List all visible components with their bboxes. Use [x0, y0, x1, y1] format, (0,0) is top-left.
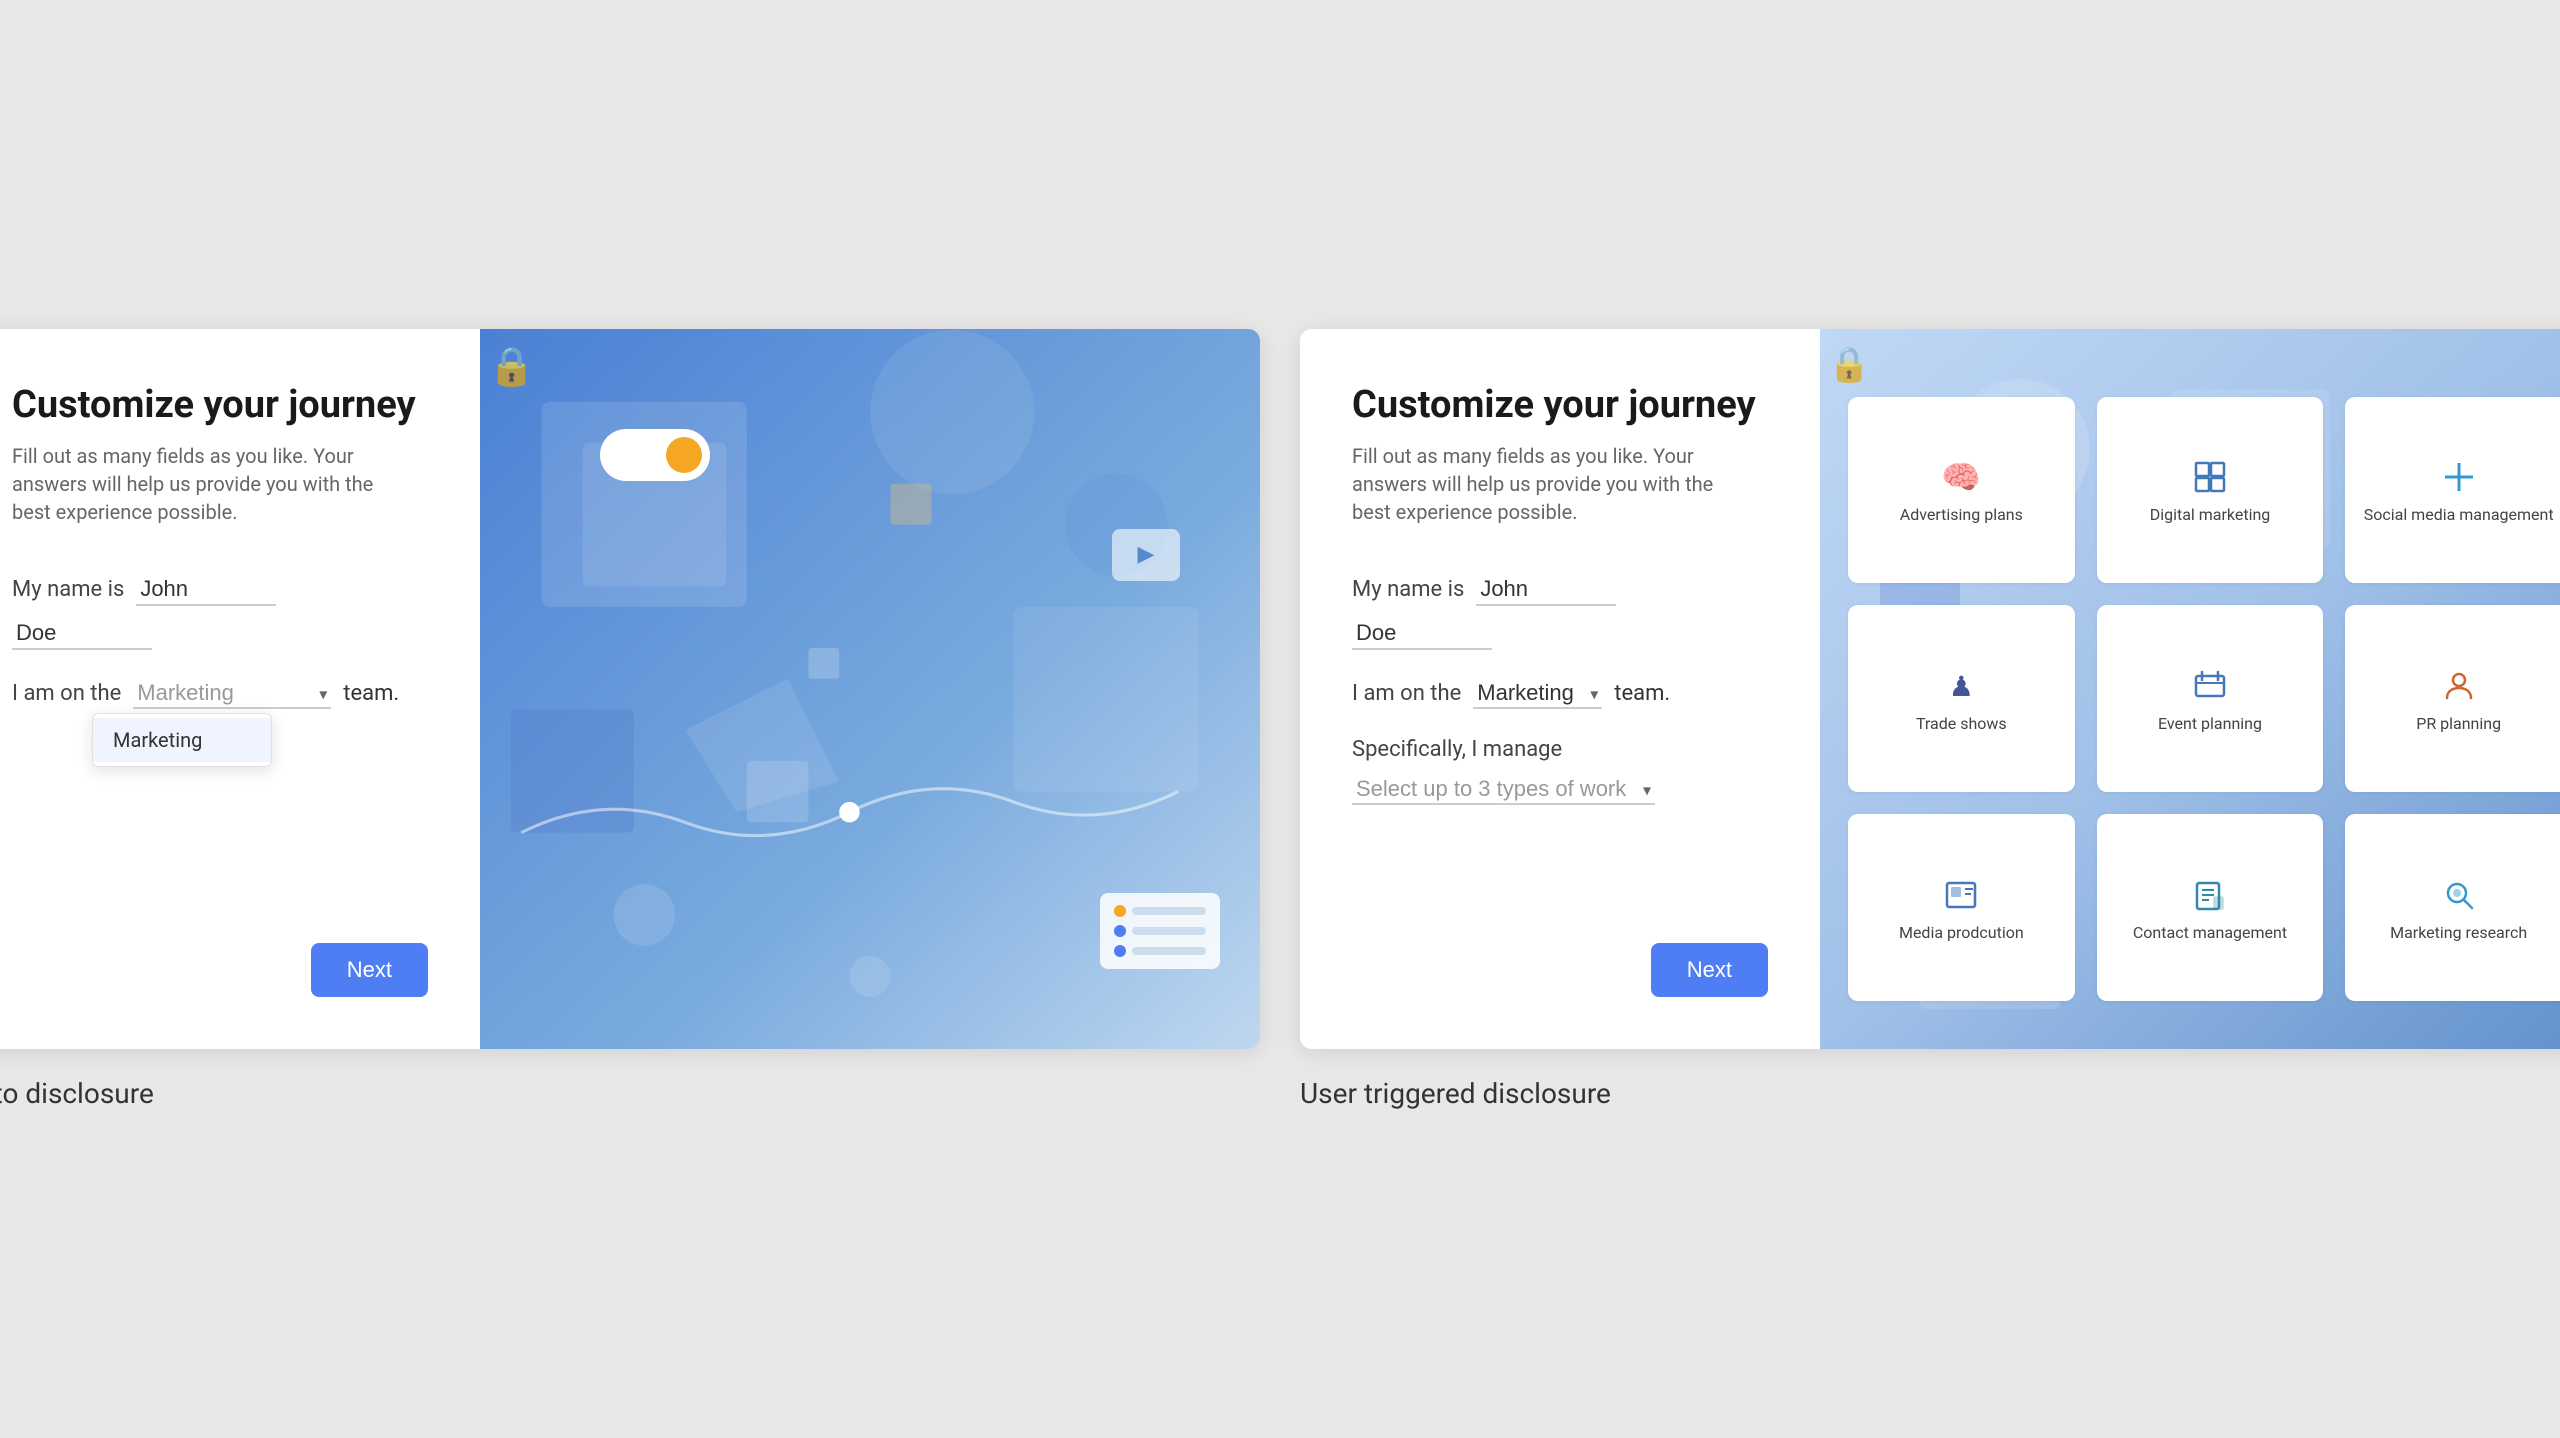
user-triggered-form-panel: Customize your journey Fill out as many … — [1300, 329, 1820, 1049]
team-label: I am on the — [12, 681, 121, 706]
auto-disclosure-title: Customize your journey — [12, 385, 428, 427]
user-triggered-card: Customize your journey Fill out as many … — [1300, 329, 2560, 1049]
manage-label: Specifically, I manage — [1352, 737, 1562, 762]
work-card-event[interactable]: Event planning — [2097, 605, 2324, 792]
auto-disclosure-form-panel: Customize your journey Fill out as many … — [0, 329, 480, 1049]
team-select[interactable]: Select your team Marketing Sales Enginee… — [133, 678, 331, 709]
event-icon — [2194, 666, 2226, 706]
social-icon — [2443, 457, 2475, 497]
digital-label: Digital marketing — [2150, 505, 2271, 526]
manage-row: Specifically, I manage Select up to 3 ty… — [1352, 737, 1768, 805]
first-name-input[interactable] — [136, 574, 276, 606]
list-line-1 — [1132, 907, 1206, 915]
name-label: My name is — [12, 577, 124, 602]
work-card-advertising[interactable]: 🧠 Advertising plans — [1848, 397, 2075, 584]
user-last-name-input[interactable] — [1352, 618, 1492, 650]
auto-disclosure-next-button[interactable]: Next — [311, 943, 428, 997]
work-card-digital[interactable]: Digital marketing — [2097, 397, 2324, 584]
advertising-label: Advertising plans — [1900, 505, 2023, 526]
toggle-pill — [600, 429, 710, 481]
auto-disclosure-illustration: ▶ 🔒 — [480, 329, 1260, 1049]
media-label: Media prodcution — [1899, 923, 2024, 944]
social-label: Social media management — [2364, 505, 2554, 526]
trade-icon: ♟ — [1949, 666, 1974, 706]
work-card-contact[interactable]: Contact management — [2097, 814, 2324, 1001]
research-label: Marketing research — [2390, 923, 2527, 944]
user-triggered-subtitle: Fill out as many fields as you like. You… — [1352, 442, 1732, 526]
team-dropdown-menu: Marketing — [92, 713, 272, 767]
work-card-research[interactable]: Marketing research — [2345, 814, 2560, 1001]
event-label: Event planning — [2158, 714, 2262, 735]
user-triggered-illustration: 🔒 🧠 Advertising plans Digital marketing — [1820, 329, 2560, 1049]
auto-disclosure-section: Customize your journey Fill out as many … — [0, 329, 1260, 1110]
user-team-label: I am on the — [1352, 681, 1461, 706]
manage-select-wrapper: Select up to 3 types of work ▾ — [1352, 774, 1655, 805]
team-select-wrapper: Select your team Marketing Sales Enginee… — [133, 678, 331, 709]
user-triggered-next-button[interactable]: Next — [1651, 943, 1768, 997]
list-line-3 — [1132, 947, 1206, 955]
contact-icon — [2194, 875, 2226, 915]
user-team-row: I am on the Marketing Sales ▾ team. — [1352, 678, 1768, 709]
advertising-icon: 🧠 — [1941, 457, 1981, 497]
work-card-media[interactable]: Media prodcution — [1848, 814, 2075, 1001]
user-triggered-label: User triggered disclosure — [1300, 1077, 2560, 1110]
list-row-3 — [1114, 945, 1206, 957]
pr-label: PR planning — [2416, 714, 2501, 735]
research-icon — [2443, 875, 2475, 915]
work-card-trade[interactable]: ♟ Trade shows — [1848, 605, 2075, 792]
last-name-input[interactable] — [12, 618, 152, 650]
auto-disclosure-label: Auto disclosure — [0, 1077, 1260, 1110]
name-row: My name is — [12, 574, 428, 650]
toggle-ball — [666, 437, 702, 473]
list-dot-2 — [1114, 925, 1126, 937]
auto-disclosure-card: Customize your journey Fill out as many … — [0, 329, 1260, 1049]
team-word: team. — [343, 681, 399, 706]
user-team-select[interactable]: Marketing Sales — [1473, 678, 1602, 709]
list-row-1 — [1114, 905, 1206, 917]
pr-icon — [2443, 666, 2475, 706]
work-card-pr[interactable]: PR planning — [2345, 605, 2560, 792]
user-triggered-section: Customize your journey Fill out as many … — [1300, 329, 2560, 1110]
lock-icon-decor: 🔒 — [488, 345, 535, 389]
list-dot-1 — [1114, 905, 1126, 917]
team-row: I am on the Select your team Marketing S… — [12, 678, 428, 709]
work-cards-grid: 🧠 Advertising plans Digital marketing — [1830, 379, 2560, 1019]
work-card-social[interactable]: Social media management — [2345, 397, 2560, 584]
media-icon — [1945, 875, 1977, 915]
user-first-name-input[interactable] — [1476, 574, 1616, 606]
user-team-word: team. — [1614, 681, 1670, 706]
user-name-label: My name is — [1352, 577, 1464, 602]
contact-label: Contact management — [2133, 923, 2287, 944]
dropdown-item-marketing[interactable]: Marketing — [93, 718, 271, 762]
user-name-row: My name is — [1352, 574, 1768, 650]
auto-disclosure-subtitle: Fill out as many fields as you like. You… — [12, 442, 392, 526]
user-team-select-wrapper: Marketing Sales ▾ — [1473, 678, 1602, 709]
play-button-decor: ▶ — [1112, 529, 1180, 581]
trade-label: Trade shows — [1916, 714, 2007, 735]
list-dot-3 — [1114, 945, 1126, 957]
list-widget-decor — [1100, 893, 1220, 969]
list-row-2 — [1114, 925, 1206, 937]
digital-icon — [2194, 457, 2226, 497]
user-triggered-title: Customize your journey — [1352, 385, 1768, 427]
list-line-2 — [1132, 927, 1206, 935]
manage-select[interactable]: Select up to 3 types of work — [1352, 774, 1655, 805]
